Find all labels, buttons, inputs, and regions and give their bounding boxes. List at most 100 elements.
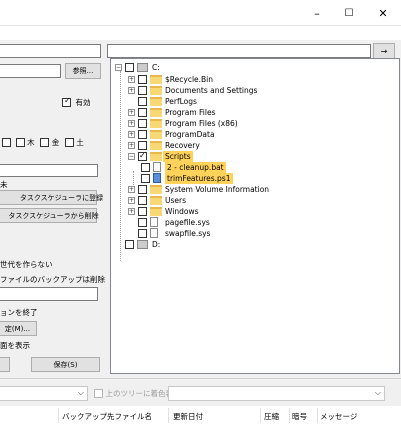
command-input[interactable] <box>0 164 98 177</box>
maximize-icon: ☐ <box>344 7 354 19</box>
folder-icon <box>150 152 162 161</box>
close-icon: ✕ <box>378 6 388 20</box>
column-header-compress[interactable]: 圧縮 <box>264 411 279 422</box>
tree-label: Program Files (x86) <box>165 119 238 128</box>
expand-icon[interactable]: + <box>128 142 135 149</box>
tree-checkbox[interactable] <box>138 229 147 238</box>
tree-label: trimFeatures.ps1 <box>165 173 233 184</box>
expand-icon[interactable]: + <box>128 131 135 138</box>
tree-label: ProgramData <box>165 130 215 139</box>
tree-checkbox[interactable] <box>125 240 134 249</box>
tree-checkbox[interactable] <box>138 86 147 95</box>
weekday-sat-label: 土 <box>76 138 84 147</box>
tree-checkbox[interactable] <box>141 163 150 172</box>
powershell-file-icon <box>153 173 161 183</box>
folder-icon <box>150 108 162 117</box>
check-icon: ✓ <box>64 96 71 105</box>
column-separator <box>289 408 290 423</box>
tree-label: Recovery <box>165 141 200 150</box>
tree-label: PerfLogs <box>165 97 197 106</box>
collapse-icon[interactable]: − <box>115 64 122 71</box>
filter-combo[interactable]: ⌵ <box>0 386 88 401</box>
tree-checkbox[interactable] <box>138 97 147 106</box>
expand-icon[interactable]: + <box>128 76 135 83</box>
tree-label: $Recycle.Bin <box>165 75 214 84</box>
minimize-icon: – <box>314 6 320 20</box>
column-separator <box>58 408 59 423</box>
terminate-text: ョンを終了 <box>0 308 38 317</box>
tree-checkbox[interactable] <box>138 196 147 205</box>
folder-icon <box>150 196 162 205</box>
maximize-button[interactable]: ☐ <box>331 0 367 26</box>
system-file-icon <box>150 217 158 227</box>
secondary-combo[interactable]: ⌵ <box>168 386 385 401</box>
source-path-input[interactable] <box>0 44 101 58</box>
column-header-dest[interactable]: バックアップ先ファイル名 <box>62 411 152 422</box>
tree-checkbox[interactable] <box>125 63 134 72</box>
minimize-button[interactable]: – <box>299 0 335 26</box>
bat-file-icon <box>153 162 161 172</box>
enabled-label: 有効 <box>75 98 91 107</box>
close-button[interactable]: ✕ <box>365 0 401 26</box>
enabled-row[interactable]: ✓ 有効 <box>62 96 91 108</box>
column-header-date[interactable]: 更新日付 <box>173 411 203 422</box>
folder-icon <box>150 141 162 150</box>
tree-checkbox[interactable] <box>138 119 147 128</box>
partial-text-1: 未 <box>0 180 8 189</box>
system-file-icon <box>150 228 158 238</box>
folder-icon <box>150 97 162 106</box>
folder-icon <box>150 185 162 194</box>
save-button[interactable]: 保存(S) <box>31 357 100 372</box>
tree-label: Windows <box>165 207 199 216</box>
tree-checkbox[interactable] <box>138 218 147 227</box>
collapse-icon[interactable]: − <box>128 153 135 160</box>
left-partial-button[interactable] <box>0 357 10 372</box>
browse-button[interactable]: 参照... <box>65 63 101 79</box>
tree-label: D: <box>152 240 161 249</box>
expand-icon[interactable]: + <box>128 208 135 215</box>
expand-icon[interactable]: + <box>128 120 135 127</box>
tree-label: Documents and Settings <box>165 86 258 95</box>
tree-checkbox-checked[interactable]: ✓ <box>138 151 147 161</box>
tree-checkbox[interactable] <box>138 130 147 139</box>
tree-guide-line <box>120 71 121 261</box>
arrow-right-icon: → <box>380 46 388 56</box>
tree-checkbox[interactable] <box>138 75 147 84</box>
tree-label: pagefile.sys <box>165 218 210 227</box>
weekday-wed-checkbox[interactable] <box>2 138 11 147</box>
tree-checkbox[interactable] <box>141 174 150 183</box>
column-header-message[interactable]: メッセージ <box>320 411 357 422</box>
tree-checkbox[interactable] <box>138 108 147 117</box>
tree-label: 2 - cleanup.bat <box>165 162 226 173</box>
weekday-thu-checkbox[interactable] <box>15 138 25 147</box>
chevron-down-icon: ⌵ <box>374 388 381 397</box>
folder-icon <box>150 207 162 216</box>
tree-checkbox[interactable] <box>138 185 147 194</box>
delete-task-button[interactable]: タスクスケジューラから削除 <box>0 208 99 223</box>
register-task-button[interactable]: タスクスケジューラに登録 <box>0 190 103 205</box>
expand-icon[interactable]: + <box>128 87 135 94</box>
tree-label: Scripts <box>163 151 193 162</box>
tree-checkbox[interactable] <box>138 141 147 150</box>
expand-icon[interactable]: + <box>128 186 135 193</box>
option-input[interactable] <box>0 287 98 301</box>
expand-icon[interactable]: + <box>128 197 135 204</box>
column-separator <box>317 408 318 423</box>
folder-icon <box>150 86 162 95</box>
folder-path-input[interactable] <box>0 64 61 78</box>
weekday-sat-checkbox[interactable] <box>64 138 74 147</box>
enabled-checkbox[interactable]: ✓ <box>62 96 71 107</box>
weekday-fri-label: 金 <box>51 138 60 147</box>
column-separator <box>168 408 169 423</box>
target-path-input[interactable] <box>107 44 371 58</box>
column-separator <box>260 408 261 423</box>
tree-checkbox[interactable] <box>138 207 147 216</box>
settings-button[interactable]: 定(M)... <box>0 321 37 336</box>
expand-icon[interactable]: + <box>128 109 135 116</box>
color-tree-checkbox[interactable] <box>94 389 103 398</box>
column-header-encrypt[interactable]: 暗号 <box>292 411 307 422</box>
go-arrow-button[interactable]: → <box>373 43 395 59</box>
folder-icon <box>150 130 162 139</box>
drive-icon <box>137 240 148 249</box>
weekday-fri-checkbox[interactable] <box>40 138 50 147</box>
